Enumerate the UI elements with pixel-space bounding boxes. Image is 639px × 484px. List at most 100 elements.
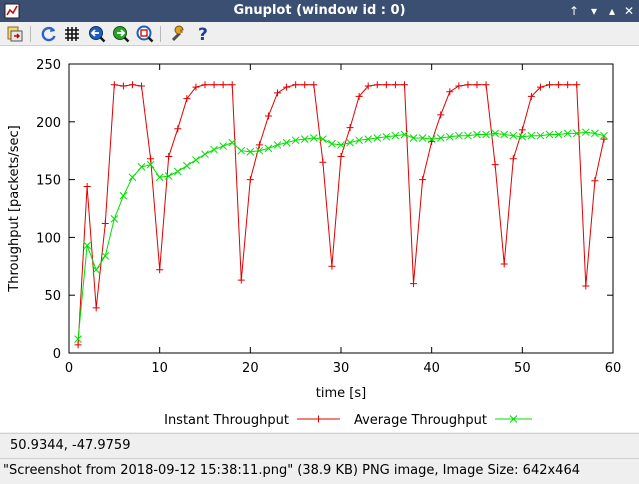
zoom-next-icon[interactable] bbox=[112, 25, 130, 43]
average-point bbox=[119, 191, 128, 200]
instant-point bbox=[600, 135, 608, 143]
toolbar: ? bbox=[0, 22, 639, 46]
instant-point bbox=[437, 111, 445, 119]
toolbar-separator bbox=[30, 26, 31, 42]
x-tick-label: 60 bbox=[605, 361, 622, 376]
average-point bbox=[128, 173, 137, 182]
help-icon[interactable]: ? bbox=[194, 25, 212, 43]
average-point bbox=[210, 145, 218, 154]
average-point bbox=[282, 138, 291, 147]
instant-point bbox=[410, 280, 418, 288]
instant-point bbox=[83, 183, 91, 191]
instant-point bbox=[128, 81, 136, 89]
y-tick-label: 250 bbox=[36, 58, 61, 73]
config-icon[interactable] bbox=[170, 25, 188, 43]
x-tick-label: 30 bbox=[333, 361, 350, 376]
instant-point bbox=[373, 81, 381, 89]
average-point bbox=[192, 156, 200, 164]
plot-canvas[interactable]: 0 10 20 30 40 50 60 0 50 100 150 200 250 time [s] Thro… bbox=[0, 46, 639, 432]
average-point bbox=[273, 141, 282, 149]
instant-point bbox=[464, 81, 472, 89]
average-point bbox=[264, 144, 273, 153]
instant-point bbox=[156, 266, 164, 274]
instant-point bbox=[210, 81, 218, 89]
y-tick-label: 0 bbox=[53, 347, 61, 362]
toolbar-separator bbox=[160, 26, 161, 42]
instant-point bbox=[518, 126, 526, 134]
instant-point bbox=[110, 81, 118, 89]
instant-point bbox=[138, 82, 146, 90]
gnuplot-window: Gnuplot (window id : 0) ↑ ▾ ▴ ✕ ? 0 10 2… bbox=[0, 0, 639, 484]
instant-point bbox=[74, 341, 82, 349]
y-tick-label: 150 bbox=[36, 174, 61, 189]
instant-point bbox=[274, 89, 282, 97]
instant-point bbox=[301, 81, 309, 89]
status-text: "Screenshot from 2018-09-12 15:38:11.png… bbox=[3, 463, 580, 478]
average-point bbox=[137, 163, 146, 171]
window-title: Gnuplot (window id : 0) bbox=[233, 3, 406, 18]
average-point bbox=[173, 167, 182, 176]
y-tick-label: 100 bbox=[36, 231, 61, 246]
x-tick-label: 40 bbox=[423, 361, 440, 376]
instant-point bbox=[328, 262, 336, 270]
grid-icon[interactable] bbox=[63, 25, 81, 43]
throughput-chart: 0 10 20 30 40 50 60 0 50 100 150 200 250 time [s] Thro… bbox=[7, 58, 622, 428]
instant-point bbox=[174, 125, 182, 133]
instant-point bbox=[337, 152, 345, 160]
instant-point bbox=[119, 82, 127, 90]
instant-point bbox=[246, 176, 254, 184]
legend-marker bbox=[315, 415, 322, 423]
instant-point bbox=[310, 81, 318, 89]
instant-point bbox=[564, 81, 572, 89]
minimize-icon[interactable]: ▾ bbox=[585, 2, 603, 20]
instant-point bbox=[283, 83, 291, 91]
average-point bbox=[201, 150, 209, 159]
zoom-previous-icon[interactable] bbox=[88, 25, 106, 43]
instant-point bbox=[264, 112, 272, 120]
close-icon[interactable]: ✕ bbox=[620, 2, 638, 20]
replot-icon[interactable] bbox=[40, 25, 58, 43]
average-point bbox=[101, 252, 110, 260]
instant-point bbox=[391, 81, 399, 89]
instant-point bbox=[555, 81, 563, 89]
instant-point bbox=[292, 81, 300, 89]
x-axis-label: time [s] bbox=[316, 386, 366, 401]
instant-point bbox=[473, 81, 481, 89]
instant-point bbox=[419, 176, 427, 184]
instant-point bbox=[455, 82, 463, 90]
mouse-coordinates-bar: 50.9344, -47.9759 bbox=[0, 433, 639, 458]
instant-point bbox=[382, 81, 390, 89]
instant-point bbox=[509, 155, 517, 163]
instant-point bbox=[573, 81, 581, 89]
x-tick-label: 50 bbox=[514, 361, 531, 376]
instant-point bbox=[147, 155, 155, 163]
autoscale-icon[interactable] bbox=[136, 25, 154, 43]
instant-point bbox=[582, 282, 590, 290]
instant-point bbox=[546, 81, 554, 89]
export-icon[interactable] bbox=[6, 25, 24, 43]
instant-throughput-line bbox=[77, 84, 605, 345]
instant-point bbox=[201, 81, 209, 89]
x-tick-label: 0 bbox=[65, 361, 73, 376]
instant-point bbox=[346, 124, 354, 132]
instant-point bbox=[255, 141, 263, 149]
instant-point bbox=[446, 88, 454, 96]
title-bar[interactable]: Gnuplot (window id : 0) ↑ ▾ ▴ ✕ bbox=[0, 0, 639, 22]
instant-point bbox=[319, 158, 327, 166]
mouse-coordinates: 50.9344, -47.9759 bbox=[10, 438, 131, 453]
average-point bbox=[346, 138, 354, 147]
keep-above-icon[interactable]: ↑ bbox=[565, 2, 583, 20]
instant-point bbox=[500, 260, 508, 268]
average-point bbox=[183, 161, 191, 170]
plot-border bbox=[68, 63, 614, 354]
legend-average-label: Average Throughput bbox=[354, 413, 487, 428]
maximize-icon[interactable]: ▴ bbox=[603, 2, 621, 20]
instant-point bbox=[101, 220, 109, 228]
x-tick-label: 10 bbox=[151, 361, 168, 376]
x-tick-label: 20 bbox=[242, 361, 259, 376]
instant-point bbox=[165, 152, 173, 160]
y-axis-label: Throughput [packets/sec] bbox=[7, 125, 22, 292]
legend-instant-label: Instant Throughput bbox=[164, 413, 289, 428]
status-bar: "Screenshot from 2018-09-12 15:38:11.png… bbox=[0, 458, 639, 484]
instant-point bbox=[400, 81, 408, 89]
